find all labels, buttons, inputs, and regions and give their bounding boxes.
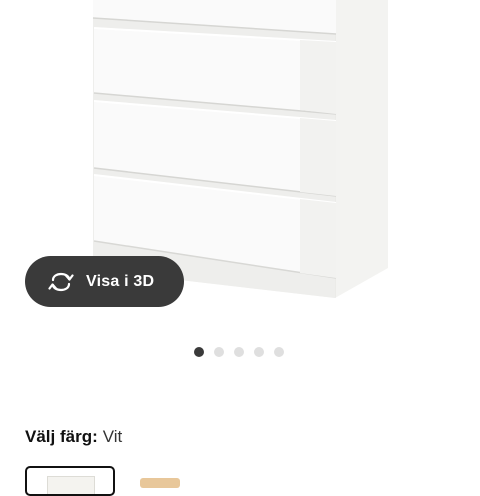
product-image-gallery[interactable]: Visa i 3D	[0, 0, 480, 335]
gallery-dot-5[interactable]	[274, 347, 284, 357]
rotate-3d-icon	[47, 271, 75, 293]
gallery-dot-2[interactable]	[214, 347, 224, 357]
color-value: Vit	[102, 427, 123, 446]
color-swatch-white[interactable]	[25, 466, 115, 496]
white-swatch-thumbnail	[47, 476, 95, 494]
view-in-3d-button[interactable]: Visa i 3D	[25, 256, 184, 307]
gallery-dot-4[interactable]	[254, 347, 264, 357]
view-in-3d-label: Visa i 3D	[86, 272, 155, 290]
color-label: Välj färg:	[25, 427, 98, 446]
gallery-pagination	[194, 347, 284, 357]
color-selector-heading: Välj färg: Vit	[25, 427, 122, 447]
gallery-dot-3[interactable]	[234, 347, 244, 357]
gallery-dot-1[interactable]	[194, 347, 204, 357]
